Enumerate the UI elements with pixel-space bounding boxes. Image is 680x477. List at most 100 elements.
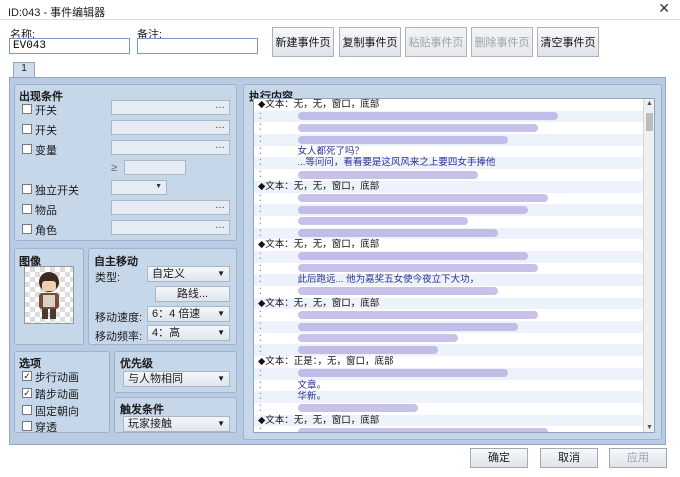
ok-button[interactable]: 确定 — [470, 448, 528, 468]
event-command-row[interactable]: ◆文本：正是：，无，窗口，底部 — [254, 356, 654, 368]
event-command-text: ： — [258, 250, 268, 262]
event-command-row[interactable]: ： — [254, 110, 654, 123]
event-command-row[interactable]: ： — [254, 216, 654, 228]
condition-item-checkbox[interactable] — [22, 204, 32, 214]
condition-actor-checkbox[interactable] — [22, 224, 32, 234]
movement-type-select[interactable]: 自定义 ▼ — [147, 266, 230, 282]
event-command-text: ◆文本：无，无，窗口，底部 — [258, 99, 380, 110]
movement-frequency-label: 移动频率: — [95, 331, 143, 343]
delete-page-button[interactable]: 删除事件页 — [471, 27, 533, 57]
event-command-text: ： — [258, 274, 268, 286]
note-input[interactable] — [137, 38, 258, 54]
cancel-button[interactable]: 取消 — [540, 448, 598, 468]
trigger-title: 触发条件 — [120, 404, 164, 416]
event-command-row[interactable]: ◆文本：无，无，窗口，底部 — [254, 297, 654, 310]
direction-fix-checkbox[interactable] — [22, 405, 32, 415]
apply-button[interactable]: 应用 — [609, 448, 667, 468]
event-command-message: 女人都死了吗？ — [297, 145, 365, 157]
event-command-row[interactable]: ： — [254, 250, 654, 263]
event-command-row[interactable]: ： 文章。 — [254, 380, 654, 392]
event-command-row[interactable]: ： — [254, 344, 654, 357]
event-command-row[interactable]: ◆文本：无，无，窗口，底部 — [254, 180, 654, 193]
clear-page-button[interactable]: 清空事件页 — [537, 27, 599, 57]
switch2-select[interactable]: … — [111, 120, 230, 135]
condition-switch2-checkbox[interactable] — [22, 124, 32, 134]
event-command-row[interactable]: ◆文本：无，无，窗口，底部 — [254, 99, 654, 111]
event-command-row[interactable]: ： — [254, 403, 654, 415]
movement-type-label: 类型: — [95, 272, 121, 284]
event-command-list[interactable]: ◆文本：无，无，窗口，底部：：：：女人都死了吗？： ...等问问，看看要是这风风来… — [253, 98, 655, 433]
scroll-thumb[interactable] — [646, 113, 653, 131]
event-command-row[interactable]: ◆文本：无，无，窗口，底部 — [254, 239, 654, 251]
redacted-text — [297, 217, 468, 226]
event-command-text: ： — [258, 391, 268, 403]
route-button[interactable]: 路线... — [155, 286, 230, 302]
new-page-button[interactable]: 新建事件页 — [272, 27, 334, 57]
stepping-anim-checkbox[interactable]: ✓ — [22, 388, 32, 398]
redacted-text — [297, 135, 508, 144]
movement-speed-select[interactable]: 6：4 倍速 ▼ — [147, 306, 230, 322]
name-input[interactable] — [9, 38, 130, 54]
event-command-row[interactable]: ： — [254, 227, 654, 240]
variable-value-stepper[interactable] — [124, 160, 186, 175]
event-command-row[interactable]: ： — [254, 169, 654, 181]
condition-variable-label: 变量 — [35, 145, 57, 157]
event-command-text: ： — [258, 110, 268, 122]
tab-page-1[interactable]: 1 — [13, 62, 35, 78]
condition-item-label: 物品 — [35, 205, 57, 217]
event-command-text: ： — [258, 134, 268, 146]
switch1-select[interactable]: … — [111, 100, 230, 115]
self-switch-select[interactable]: ▼ — [111, 180, 167, 195]
movement-frequency-select[interactable]: 4：高 ▼ — [147, 325, 230, 341]
copy-page-button[interactable]: 复制事件页 — [339, 27, 401, 57]
event-command-text: ◆文本：无，无，窗口，底部 — [258, 297, 380, 309]
chevron-down-icon: ▼ — [217, 309, 225, 318]
event-command-text: ： — [258, 157, 268, 169]
event-command-row[interactable]: ： 此后跑远... 他为嘉奖五女使今夜立下大功， — [254, 274, 654, 286]
close-icon[interactable]: ✕ — [658, 0, 670, 17]
list-scrollbar[interactable]: ▲ ▼ — [643, 99, 654, 432]
event-command-text: ： — [258, 332, 268, 344]
scroll-up-icon[interactable]: ▲ — [646, 100, 653, 107]
event-command-row[interactable]: ： ...等问问，看看要是这风风来之上要四女手捧他 — [254, 157, 654, 170]
event-command-row[interactable]: ： 女人都死了吗？ — [254, 146, 654, 158]
variable-select[interactable]: … — [111, 140, 230, 155]
condition-variable-checkbox[interactable] — [22, 144, 32, 154]
event-command-text: ： — [258, 344, 268, 356]
event-command-row[interactable]: ： — [254, 426, 654, 432]
walking-anim-checkbox[interactable]: ✓ — [22, 371, 32, 381]
priority-select[interactable]: 与人物相同 ▼ — [123, 371, 230, 387]
event-command-text: ： — [258, 286, 268, 297]
event-command-row[interactable]: ： — [254, 367, 654, 380]
event-command-text: ◆文本：无，无，窗口，底部 — [258, 239, 380, 251]
redacted-text — [297, 205, 528, 214]
paste-page-button[interactable]: 粘贴事件页 — [405, 27, 467, 57]
event-command-text: ： — [258, 215, 268, 227]
event-command-row[interactable]: ： 华新。 — [254, 391, 654, 403]
character-image[interactable] — [24, 266, 74, 324]
event-command-row[interactable]: ： — [254, 321, 654, 333]
redacted-text — [297, 264, 538, 273]
event-command-message: 此后跑远... 他为嘉奖五女使今夜立下大功， — [297, 274, 480, 286]
redacted-text — [297, 345, 438, 354]
event-command-row[interactable]: ： — [254, 193, 654, 205]
event-command-row[interactable]: ： — [254, 263, 654, 275]
through-checkbox[interactable] — [22, 421, 32, 431]
condition-self-switch-checkbox[interactable] — [22, 184, 32, 194]
event-command-row[interactable]: ： — [254, 286, 654, 298]
condition-switch1-checkbox[interactable] — [22, 104, 32, 114]
event-command-row[interactable]: ： — [254, 122, 654, 134]
event-command-row[interactable]: ： — [254, 333, 654, 345]
event-command-row[interactable]: ： — [254, 134, 654, 146]
item-select[interactable]: … — [111, 200, 230, 215]
event-command-row[interactable]: ： — [254, 309, 654, 321]
actor-select[interactable]: … — [111, 220, 230, 235]
event-command-message: 华新。 — [297, 391, 327, 403]
chevron-down-icon: ▼ — [217, 374, 225, 383]
redacted-text — [297, 369, 508, 378]
redacted-text — [297, 193, 548, 202]
scroll-down-icon[interactable]: ▼ — [646, 424, 653, 431]
trigger-select[interactable]: 玩家接触 ▼ — [123, 416, 230, 432]
event-command-row[interactable]: ： — [254, 204, 654, 216]
event-command-row[interactable]: ◆文本：无，无，窗口，底部 — [254, 414, 654, 427]
